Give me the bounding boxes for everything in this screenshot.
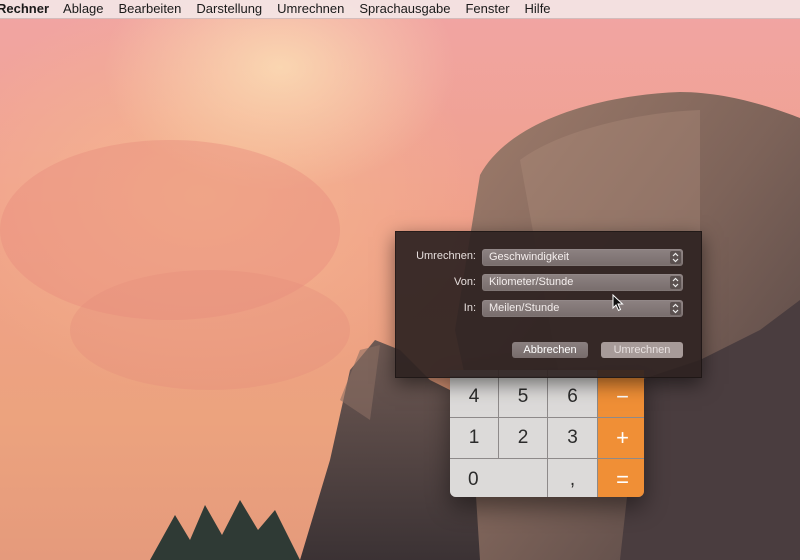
to-popup[interactable]: Meilen/Stunde [482, 300, 683, 317]
updown-chevron-icon [670, 251, 681, 264]
key-3[interactable]: 3 [548, 418, 597, 458]
type-popup-value: Geschwindigkeit [489, 251, 570, 263]
convert-sheet: Umrechnen: Geschwindigkeit Von: Kilomete… [395, 231, 702, 378]
convert-button[interactable]: Umrechnen [601, 342, 683, 358]
menu-fenster[interactable]: Fenster [465, 0, 509, 18]
to-popup-value: Meilen/Stunde [489, 302, 560, 314]
key-5[interactable]: 5 [499, 377, 547, 417]
menu-darstellung[interactable]: Darstellung [196, 0, 262, 18]
type-label: Umrechnen: [416, 250, 476, 262]
menu-hilfe[interactable]: Hilfe [525, 0, 551, 18]
menu-app-name[interactable]: Rechner [0, 0, 49, 18]
key-minus[interactable]: − [598, 377, 644, 417]
key-comma[interactable]: , [548, 459, 597, 497]
key-2[interactable]: 2 [499, 418, 547, 458]
from-popup[interactable]: Kilometer/Stunde [482, 274, 683, 291]
key-4[interactable]: 4 [450, 377, 498, 417]
menu-bar: Rechner Ablage Bearbeiten Darstellung Um… [0, 0, 800, 19]
from-popup-value: Kilometer/Stunde [489, 276, 574, 288]
updown-chevron-icon [670, 276, 681, 289]
key-0[interactable]: 0 [450, 459, 547, 497]
key-1[interactable]: 1 [450, 418, 498, 458]
menu-umrechnen[interactable]: Umrechnen [277, 0, 344, 18]
to-label: In: [463, 302, 476, 314]
calculator-keypad: 4 5 6 − 1 2 3 + 0 , = [450, 370, 644, 497]
cancel-button[interactable]: Abbrechen [512, 342, 588, 358]
updown-chevron-icon [670, 302, 681, 315]
menu-ablage[interactable]: Ablage [63, 0, 103, 18]
menu-sprachausgabe[interactable]: Sprachausgabe [359, 0, 450, 18]
menu-bearbeiten[interactable]: Bearbeiten [119, 0, 182, 18]
key-plus[interactable]: + [598, 418, 644, 458]
key-6[interactable]: 6 [548, 377, 597, 417]
mouse-pointer-icon [612, 294, 624, 312]
key-equals[interactable]: = [598, 459, 644, 497]
from-label: Von: [453, 276, 476, 288]
type-popup[interactable]: Geschwindigkeit [482, 249, 683, 266]
